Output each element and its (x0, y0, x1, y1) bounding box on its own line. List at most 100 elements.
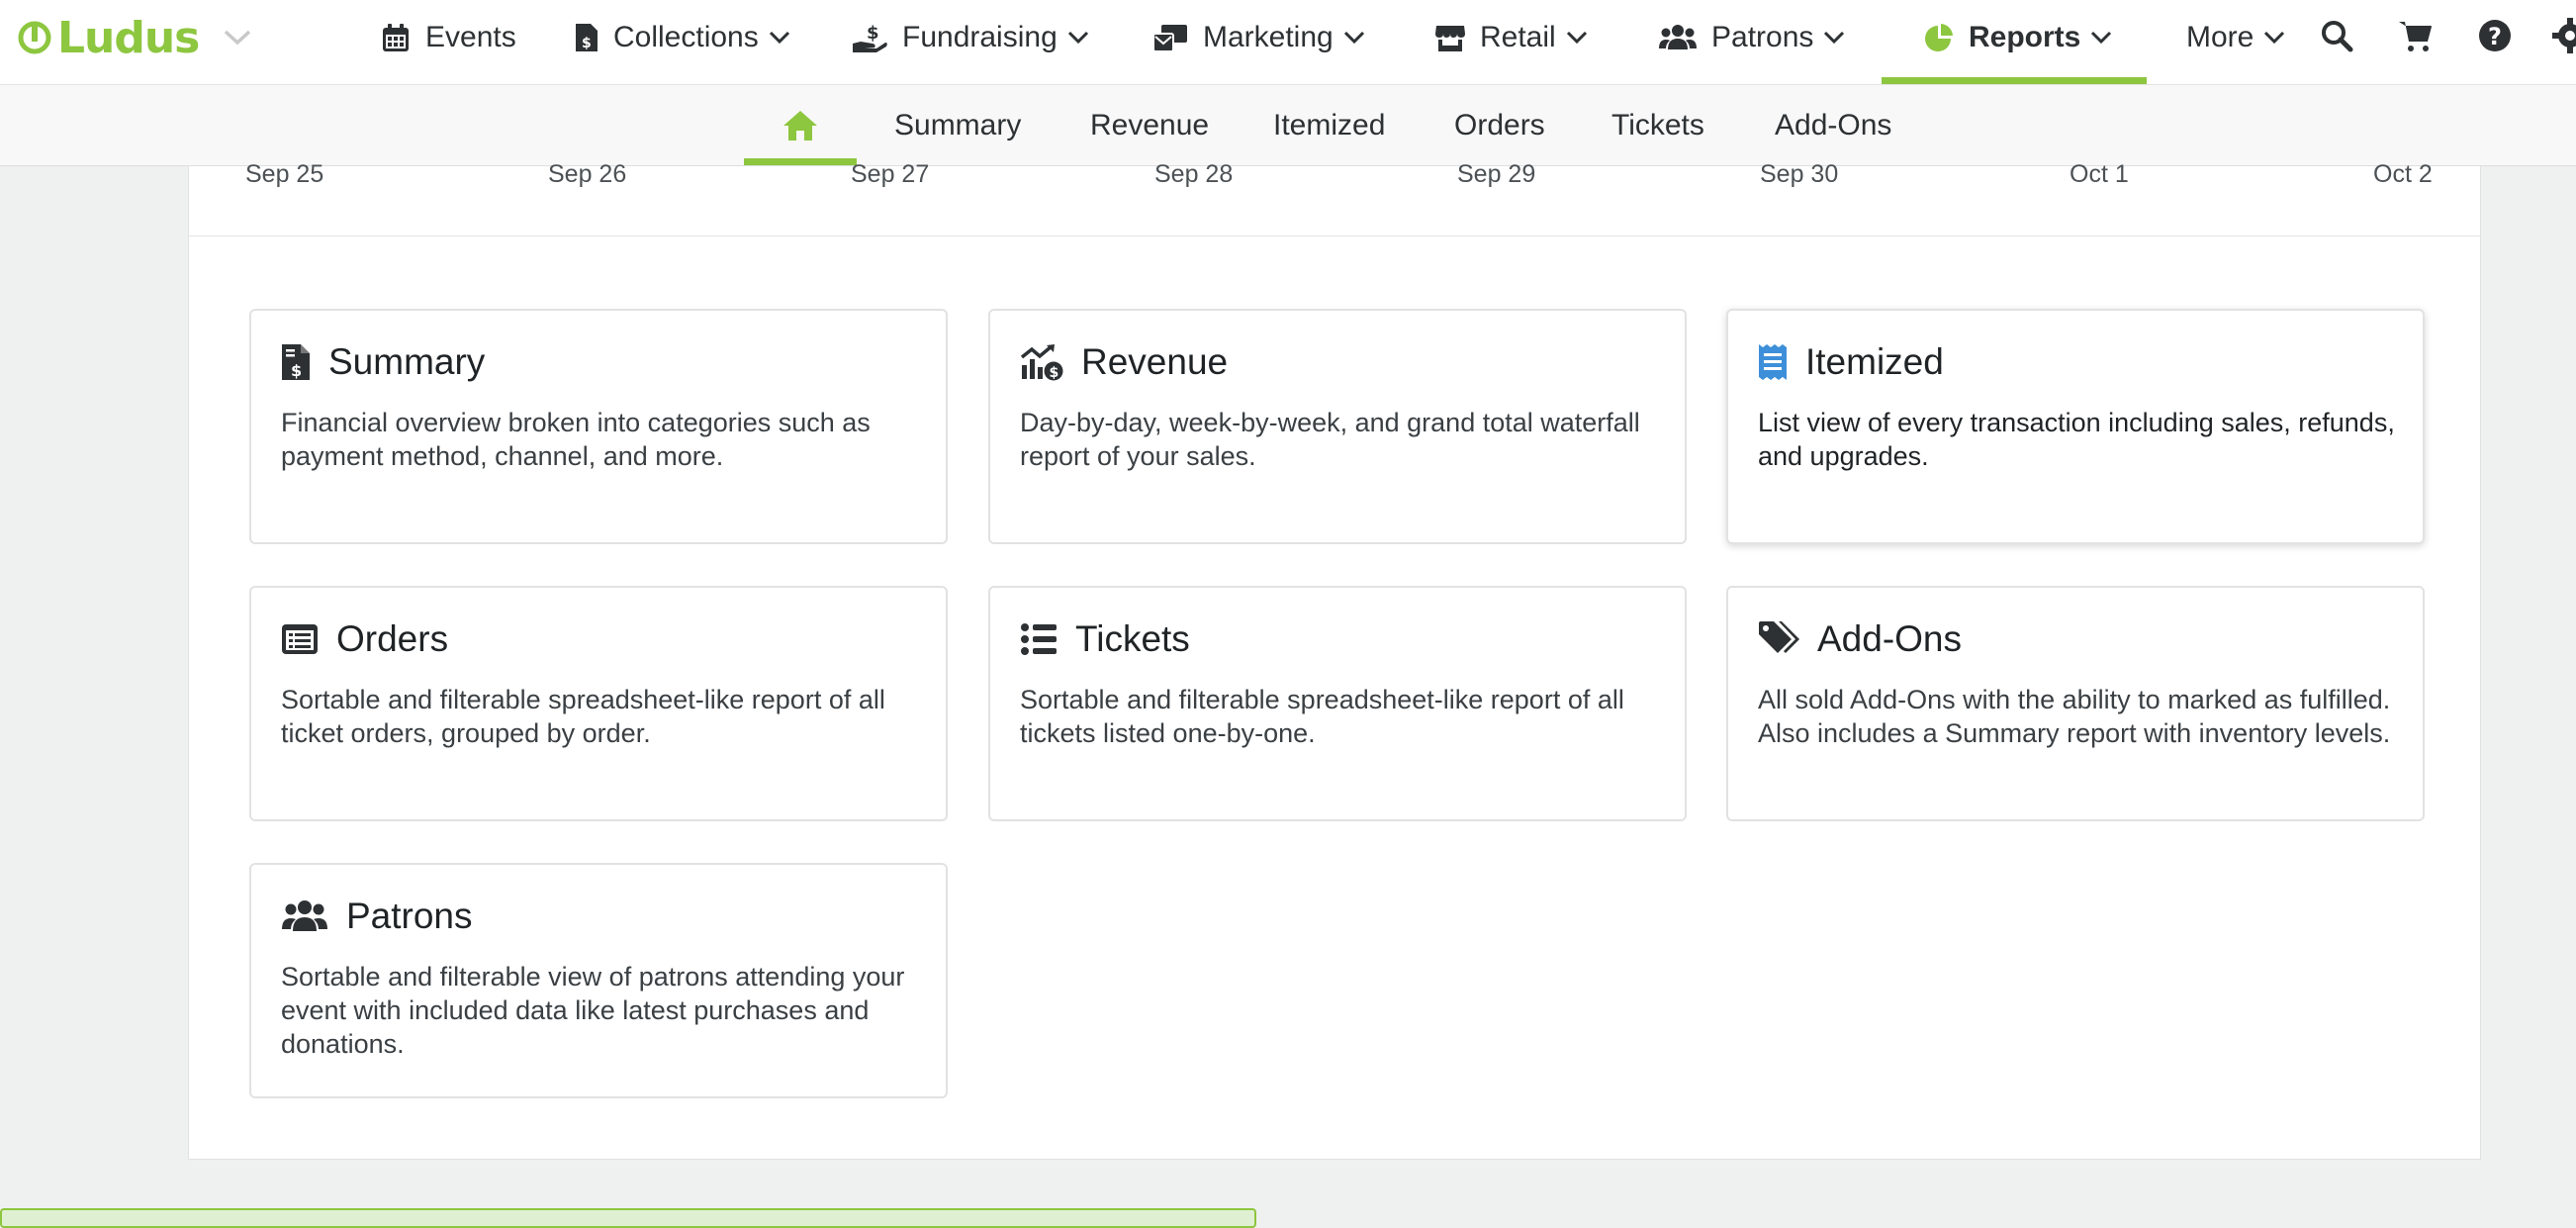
search-icon[interactable] (2319, 18, 2354, 53)
list-alt-icon (282, 624, 318, 654)
store-icon (1435, 26, 1465, 51)
chart-date-axis: Sep 25 Sep 26 Sep 27 Sep 28 Sep 29 Sep 3… (189, 160, 2480, 236)
report-card-add-ons[interactable]: Add-Ons All sold Add-Ons with the abilit… (1726, 586, 2425, 821)
active-nav-indicator (1882, 77, 2147, 84)
reports-subnav: Summary Revenue Itemized Orders Tickets … (0, 85, 2576, 166)
subnav-orders[interactable]: Orders (1454, 85, 1545, 166)
active-subnav-indicator (744, 158, 857, 165)
top-navigation: Ludus Events $ Collections $ Fundraising… (0, 0, 2576, 85)
notification-bar[interactable] (0, 1208, 1256, 1228)
report-card-orders[interactable]: Orders Sortable and filterable spreadshe… (249, 586, 948, 821)
report-card-patrons[interactable]: Patrons Sortable and filterable view of … (249, 863, 948, 1098)
card-title: Summary (328, 341, 486, 382)
axis-tick-label: Oct 2 (2373, 160, 2433, 188)
card-header: $ Revenue (1020, 338, 1228, 386)
svg-text:$: $ (291, 361, 302, 380)
subnav-add-ons[interactable]: Add-Ons (1775, 85, 1891, 166)
nav-reports[interactable]: Reports (1923, 0, 2112, 75)
svg-text:?: ? (2488, 23, 2502, 50)
report-card-summary[interactable]: $ Summary Financial overview broken into… (249, 309, 948, 544)
nav-fundraising[interactable]: $ Fundraising (851, 0, 1089, 75)
card-title: Revenue (1081, 341, 1229, 382)
chevron-down-icon (1343, 31, 1364, 45)
users-icon (282, 900, 327, 931)
list-ul-icon (1021, 623, 1057, 655)
nav-patrons[interactable]: Patrons (1658, 0, 1845, 75)
axis-tick-label: Oct 1 (2070, 160, 2129, 188)
nav-more[interactable]: More (2186, 0, 2285, 75)
report-card-tickets[interactable]: Tickets Sortable and filterable spreadsh… (988, 586, 1687, 821)
subnav-tickets[interactable]: Tickets (1611, 85, 1704, 166)
chevron-down-icon (769, 31, 789, 45)
tags-icon (1759, 621, 1799, 653)
chart-pie-icon (1925, 24, 1953, 51)
card-description: List view of every transaction including… (1758, 408, 2395, 471)
nav-label: Events (425, 21, 516, 53)
chevron-down-icon (1566, 31, 1587, 45)
report-card-revenue[interactable]: $ Revenue Day-by-day, week-by-week, and … (988, 309, 1687, 544)
card-title: Itemized (1805, 341, 1944, 382)
settings-icon[interactable] (2552, 18, 2576, 53)
axis-tick-label: Sep 28 (1154, 160, 1234, 188)
card-header: Patrons (281, 893, 473, 940)
axis-tick-label: Sep 27 (851, 160, 930, 188)
hand-holding-dollar-icon: $ (853, 23, 887, 52)
card-description: Day-by-day, week-by-week, and grand tota… (1020, 408, 1640, 471)
card-header: Itemized (1758, 338, 1944, 386)
card-description: Sortable and filterable view of patrons … (281, 962, 905, 1059)
chevron-down-icon (1824, 31, 1845, 45)
file-invoice-dollar-icon: $ (282, 344, 310, 380)
report-card-itemized[interactable]: Itemized List view of every transaction … (1726, 309, 2425, 544)
home-icon (783, 111, 817, 141)
nav-events[interactable]: Events (380, 0, 516, 75)
calendar-icon (383, 24, 409, 51)
card-header: Add-Ons (1758, 615, 1962, 663)
card-description: All sold Add-Ons with the ability to mar… (1758, 685, 2391, 748)
card-description: Financial overview broken into categorie… (281, 408, 871, 471)
ludus-logo-icon (18, 21, 51, 54)
subnav-home[interactable] (744, 85, 857, 166)
receipt-icon (1759, 344, 1787, 380)
nav-retail[interactable]: Retail (1434, 0, 1588, 75)
ludus-logo[interactable]: Ludus (18, 10, 252, 65)
logo-text: Ludus (57, 12, 200, 63)
chevron-down-icon (1067, 31, 1088, 45)
nav-label: Retail (1480, 21, 1556, 53)
svg-text:$: $ (867, 23, 879, 44)
svg-text:$: $ (582, 36, 592, 51)
chevron-down-icon[interactable] (223, 29, 252, 47)
card-title: Tickets (1075, 618, 1190, 659)
axis-tick-label: Sep 25 (245, 160, 324, 188)
nav-label: Fundraising (902, 21, 1058, 53)
card-title: Patrons (346, 896, 473, 936)
nav-label: Reports (1969, 21, 2081, 53)
cart-icon[interactable] (2398, 18, 2434, 53)
chart-line-dollar-icon: $ (1020, 344, 1063, 381)
receipt-dollar-icon: $ (576, 24, 598, 51)
chevron-down-icon (2264, 31, 2285, 45)
card-description: Sortable and filterable spreadsheet-like… (281, 685, 885, 748)
chevron-down-icon (2091, 31, 2112, 45)
card-header: $ Summary (281, 338, 485, 386)
nav-label: Marketing (1203, 21, 1334, 53)
subnav-summary[interactable]: Summary (894, 85, 1021, 166)
nav-collections[interactable]: $ Collections (574, 0, 790, 75)
card-title: Orders (336, 618, 449, 659)
card-header: Tickets (1020, 615, 1190, 663)
card-description: Sortable and filterable spreadsheet-like… (1020, 685, 1624, 748)
subnav-revenue[interactable]: Revenue (1090, 85, 1209, 166)
nav-label: Collections (613, 21, 759, 53)
nav-label: More (2186, 21, 2254, 53)
nav-label: Patrons (1711, 21, 1814, 53)
subnav-itemized[interactable]: Itemized (1273, 85, 1385, 166)
help-icon[interactable]: ? (2477, 18, 2513, 53)
card-header: Orders (281, 615, 448, 663)
users-icon (1659, 25, 1697, 49)
reports-panel: Sep 25 Sep 26 Sep 27 Sep 28 Sep 29 Sep 3… (188, 160, 2481, 1160)
axis-tick-label: Sep 29 (1457, 160, 1536, 188)
svg-text:$: $ (1050, 365, 1059, 381)
nav-marketing[interactable]: Marketing (1151, 0, 1365, 75)
mail-bulk-icon (1152, 25, 1187, 52)
card-title: Add-Ons (1817, 618, 1963, 659)
axis-tick-label: Sep 26 (548, 160, 627, 188)
